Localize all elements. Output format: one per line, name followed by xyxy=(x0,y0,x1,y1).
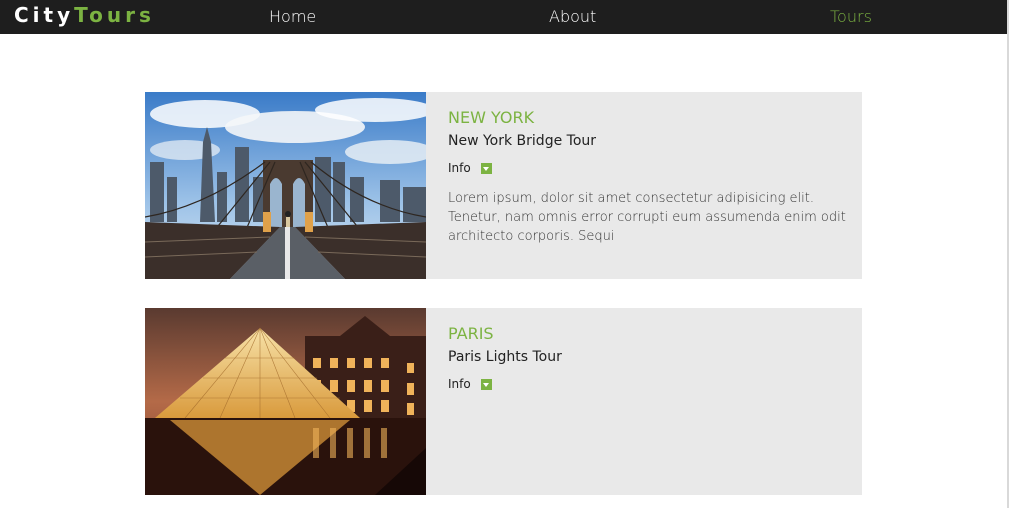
nav-home[interactable]: Home xyxy=(269,7,316,26)
new-york-bridge-photo xyxy=(145,92,426,279)
tour-info-new-york: NEW YORK New York Bridge Tour Info Lorem… xyxy=(448,108,853,246)
tour-info-toggle[interactable]: Info xyxy=(448,377,853,391)
tour-name: Paris Lights Tour xyxy=(448,349,562,365)
brand-logo-city: City xyxy=(14,3,75,27)
caret-down-icon[interactable] xyxy=(480,378,492,390)
nav-tours[interactable]: Tours xyxy=(830,7,872,26)
nav-about[interactable]: About xyxy=(549,7,596,26)
tour-card-new-york: NEW YORK New York Bridge Tour Info Lorem… xyxy=(145,92,862,279)
brand-logo-tours: Tours xyxy=(74,3,155,27)
tour-info-toggle[interactable]: Info xyxy=(448,161,853,175)
tour-info-paris: PARIS Paris Lights Tour Info xyxy=(448,324,853,391)
brand-logo[interactable]: CityTours xyxy=(14,3,155,27)
tour-city: NEW YORK xyxy=(448,108,535,127)
caret-down-icon[interactable] xyxy=(480,162,492,174)
tour-name: New York Bridge Tour xyxy=(448,133,597,149)
navbar: CityTours Home About Tours xyxy=(0,0,1007,34)
info-label: Info xyxy=(448,161,471,175)
paris-louvre-photo xyxy=(145,308,426,495)
info-label: Info xyxy=(448,377,471,391)
tour-city: PARIS xyxy=(448,324,494,343)
tour-description: Lorem ipsum, dolor sit amet consectetur … xyxy=(448,191,846,244)
tour-card-paris: PARIS Paris Lights Tour Info xyxy=(145,308,862,495)
